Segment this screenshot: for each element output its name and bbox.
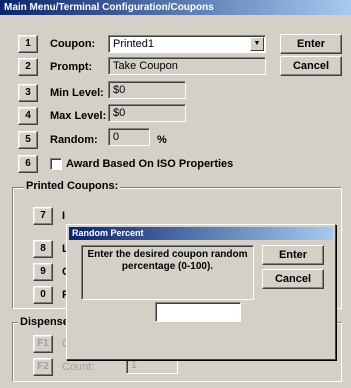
random-number-button[interactable]: 5: [18, 131, 38, 149]
coupon-number-button[interactable]: 1: [18, 35, 38, 53]
award-label: Award Based On ISO Properties: [66, 158, 234, 170]
window-title: Main Menu/Terminal Configuration/Coupons: [0, 0, 351, 15]
printed-coupon-8-button[interactable]: 8: [33, 240, 53, 258]
chevron-down-icon[interactable]: ▼: [250, 37, 264, 51]
min-level-number-button[interactable]: 3: [18, 84, 38, 102]
cancel-button[interactable]: Cancel: [280, 56, 342, 76]
coupon-dropdown-value: Printed1: [113, 38, 154, 50]
printed-coupon-7-label: I: [62, 210, 66, 222]
min-level-label: Min Level:: [50, 87, 104, 99]
dispensed-f1-button[interactable]: F1: [33, 335, 53, 353]
printed-coupon-7-button[interactable]: 7: [33, 207, 53, 225]
dialog-cancel-button[interactable]: Cancel: [262, 269, 324, 289]
award-checkbox[interactable]: [50, 158, 62, 170]
printed-coupons-title: Printed Coupons:: [24, 180, 121, 192]
max-level-number-button[interactable]: 4: [18, 107, 38, 125]
enter-button[interactable]: Enter: [280, 34, 342, 54]
coupon-dropdown[interactable]: Printed1 ▼: [108, 35, 266, 53]
max-level-label: Max Level:: [50, 110, 107, 122]
coupon-label: Coupon:: [50, 38, 96, 50]
max-level-field[interactable]: $0: [108, 104, 186, 122]
random-field[interactable]: 0: [108, 128, 150, 146]
dialog-enter-button[interactable]: Enter: [262, 245, 324, 265]
percent-input[interactable]: [155, 302, 241, 322]
dispensed-f2-button[interactable]: F2: [33, 358, 53, 376]
min-level-field[interactable]: $0: [108, 81, 186, 99]
prompt-number-button[interactable]: 2: [18, 58, 38, 76]
printed-coupon-0-button[interactable]: 0: [33, 286, 53, 304]
random-label: Random:: [50, 134, 98, 146]
percent-unit-label: %: [157, 134, 167, 146]
dialog-message: Enter the desired coupon random percenta…: [81, 245, 254, 300]
dialog-title: Random Percent: [69, 227, 333, 240]
prompt-field[interactable]: Take Coupon: [108, 57, 266, 75]
printed-coupon-9-button[interactable]: 9: [33, 263, 53, 281]
prompt-label: Prompt:: [50, 61, 93, 73]
count-label: Count:: [62, 361, 95, 373]
award-number-button[interactable]: 6: [18, 155, 38, 173]
dispensed-title: Dispense: [18, 316, 71, 328]
random-percent-dialog: Random Percent Enter the desired coupon …: [66, 224, 336, 360]
